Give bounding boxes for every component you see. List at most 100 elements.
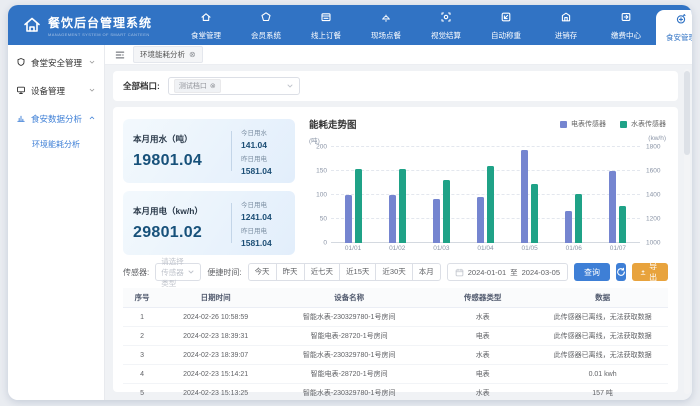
table-cell: 1 [123,308,161,327]
bar-水表传感器 [443,180,450,243]
bar-水表传感器 [575,194,582,243]
table-row: 32024-02-23 18:39:07智能水表-230329780-1号房间水… [123,346,668,365]
table-row: 42024-02-23 15:14:21智能电表-28720-1号房间电表0.0… [123,365,668,384]
sidebar-item-设备管理[interactable]: 设备管理 [8,77,104,105]
nav-item-视觉结算[interactable]: 视觉结算 [416,5,476,45]
bar-水表传感器 [399,169,406,243]
quick-time-近15天[interactable]: 近15天 [339,263,376,281]
stat-side-value: 1241.04 [241,212,285,222]
legend-label: 水表传感器 [631,119,666,129]
nav-item-label: 自动称重 [491,30,521,41]
x-tick: 01/03 [419,245,463,252]
bar-电表传感器 [345,195,352,243]
tab-close-icon[interactable]: ⊗ [189,51,196,59]
table-cell: 0.01 kwh [537,365,668,384]
bar-水表传感器 [355,169,362,243]
nav-item-现场点餐[interactable]: 现场点餐 [356,5,416,45]
sidebar-subitem-环境能耗分析[interactable]: 环境能耗分析 [8,133,104,156]
search-button[interactable]: 查询 [574,263,610,281]
nav-item-食堂管理[interactable]: 食堂管理 [176,5,236,45]
quick-time-本月[interactable]: 本月 [412,263,441,281]
bar-电表传感器 [609,171,616,243]
table-cell: 智能电表-28720-1号房间 [270,365,428,384]
bar-水表传感器 [531,184,538,243]
right-tick: 1000 [646,240,660,247]
nav-item-缴费中心[interactable]: 缴费中心 [596,5,656,45]
app-window: 餐饮后台管理系统 MANAGEMENT SYSTEM OF SMART CANT… [8,5,692,400]
data-table-wrap: 序号日期时间设备名称传感器类型数据12024-02-26 10:58:59智能水… [123,288,668,386]
x-tick: 01/05 [508,245,552,252]
quick-time-近七天[interactable]: 近七天 [304,263,341,281]
nav-item-进销存[interactable]: 进销存 [536,5,596,45]
left-tick: 0 [323,240,327,247]
tab-chip-active[interactable]: 环境能耗分析 ⊗ [133,46,203,63]
app-title: 餐饮后台管理系统 [48,14,152,31]
collapse-sidebar-icon[interactable] [115,50,125,60]
refresh-button[interactable] [616,263,626,281]
nav-item-label: 会员系统 [251,30,281,41]
quick-time-近30天[interactable]: 近30天 [375,263,412,281]
tag-close-icon[interactable]: ⊗ [210,82,216,90]
stat-main: 本月用电（kw/h）29801.02 [133,205,222,242]
sensor-type-select[interactable]: 请选择传感器类型 [155,263,201,281]
left-tick: 50 [320,216,327,223]
quick-time-buttons: 今天昨天近七天近15天近30天本月 [248,263,441,281]
nav-item-会员系统[interactable]: 会员系统 [236,5,296,45]
table-cell: 智能水表-230329780-1号房间 [270,384,428,401]
quick-time-昨天[interactable]: 昨天 [276,263,305,281]
table-cell: 2024-02-23 18:39:07 [161,346,270,365]
table-cell: 电表 [428,365,537,384]
top-nav: 食堂管理 会员系统 线上订餐现场点餐视觉结算自动称重 进销存缴费中心食安管理 [176,5,692,45]
legend-item-水表传感器[interactable]: 水表传感器 [620,119,666,129]
x-tick: 01/04 [463,245,507,252]
table-cell: 水表 [428,346,537,365]
stall-select[interactable]: 测试档口 ⊗ [168,77,300,95]
legend-item-电表传感器[interactable]: 电表传感器 [560,119,606,129]
app-subtitle: MANAGEMENT SYSTEM OF SMART CANTEEN [48,32,152,37]
nav-item-label: 食堂管理 [191,30,221,41]
sidebar-item-食安数据分析[interactable]: 食安数据分析 [8,105,104,133]
chevron-up-icon [88,114,96,124]
stat-side-label: 昨日用电 [241,153,285,163]
table-cell: 智能电表-28720-1号房间 [270,327,428,346]
chevron-down-icon [187,268,195,276]
table-cell: 智能水表-230329780-1号房间 [270,308,428,327]
stat-card-0: 本月用水（吨）19801.04今日用水141.04昨日用电1581.04 [123,119,295,183]
stat-main: 本月用水（吨）19801.04 [133,133,222,170]
table-row: 52024-02-23 15:13:25智能水表-230329780-1号房间水… [123,384,668,401]
date-end: 2024-03-05 [522,268,560,277]
nav-item-食安管理[interactable]: 食安管理 [656,10,692,45]
right-axis: 10001200140016001800 [640,147,668,243]
online-order-icon [320,10,332,28]
nav-item-自动称重[interactable]: 自动称重 [476,5,536,45]
canteen-icon [200,10,212,28]
export-button[interactable]: 导出 [632,263,668,281]
bar-chart-icon [16,113,26,125]
table-row: 22024-02-23 18:39:31智能电表-28720-1号房间电表此传感… [123,327,668,346]
stats-column: 本月用水（吨）19801.04今日用水141.04昨日用电1581.04 本月用电… [123,115,295,255]
stall-filter-label: 全部档口: [123,80,160,92]
sidebar-item-食堂安全管理[interactable]: 食堂安全管理 [8,49,104,77]
date-range-picker[interactable]: 2024-01-01 至 2024-03-05 [447,263,568,281]
energy-trend-chart: 能耗走势图 电表传感器水表传感器 (吨) (kw/h) 050100150200 [307,115,668,255]
query-toolbar: 传感器: 请选择传感器类型 便捷时间: 今天昨天近七天近15天近30天本月 [123,263,668,281]
legend-swatch [560,121,567,128]
stat-side: 今日用电1241.04昨日用电1581.04 [241,199,285,248]
bar-group-01/01 [331,147,375,243]
nav-item-线上订餐[interactable]: 线上订餐 [296,5,356,45]
table-row: 12024-02-26 10:58:59智能水表-230329780-1号房间水… [123,308,668,327]
refresh-icon [616,267,626,277]
table-cell: 2024-02-23 15:14:21 [161,365,270,384]
stat-side-value: 1581.04 [241,238,285,248]
screen: 餐饮后台管理系统 MANAGEMENT SYSTEM OF SMART CANT… [0,0,700,406]
left-tick: 200 [316,144,327,151]
bar-电表传感器 [521,150,528,243]
stat-divider [231,203,232,243]
vertical-scrollbar[interactable] [684,69,690,394]
bar-电表传感器 [433,199,440,243]
logo-house-icon [22,15,42,35]
nav-item-label: 食安管理 [666,32,692,43]
table-cell: 电表 [428,327,537,346]
scrollbar-thumb[interactable] [684,71,690,155]
quick-time-今天[interactable]: 今天 [248,263,277,281]
